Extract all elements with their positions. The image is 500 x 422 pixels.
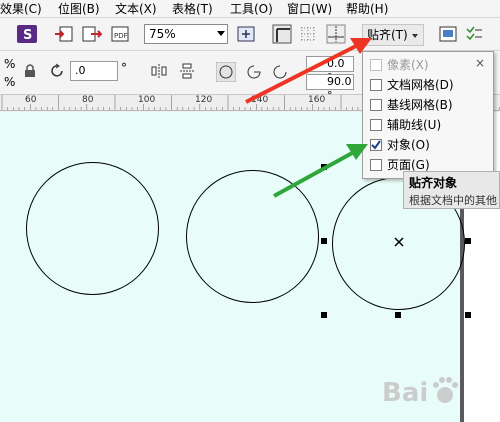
- watermark-text: Bai: [382, 378, 429, 408]
- menu-bitmaps[interactable]: 位图(B): [58, 2, 100, 16]
- zoom-value: 75%: [149, 27, 176, 41]
- menu-item-objects[interactable]: 对象(O): [363, 135, 493, 155]
- circle-shape-1[interactable]: [26, 162, 159, 295]
- menu-item-pixels[interactable]: 像素(X): [363, 55, 493, 75]
- menu-help[interactable]: 帮助(H): [346, 2, 388, 16]
- green-annotation-arrow: [273, 144, 368, 198]
- zoom-level-dropdown[interactable]: 75%: [144, 24, 228, 44]
- percent-label-1: %: [4, 57, 16, 71]
- ruler-label: 100: [138, 95, 156, 105]
- svg-text:PDF: PDF: [114, 32, 128, 40]
- selection-handle[interactable]: [465, 238, 471, 244]
- menu-item-label: 文档网格(D): [387, 78, 454, 92]
- rotation-unit: °: [121, 61, 127, 75]
- ruler-label: 60: [25, 95, 37, 105]
- center-cross-icon[interactable]: [394, 237, 404, 247]
- menu-effects[interactable]: 效果(C): [0, 2, 42, 16]
- lock-ratio-icon[interactable]: [22, 63, 38, 79]
- selection-handle[interactable]: [321, 238, 327, 244]
- publish-pdf-icon[interactable]: PDF: [110, 25, 132, 43]
- rotation-angle-input[interactable]: .0: [70, 61, 118, 81]
- snap-objects-tooltip: 贴齐对象 根据文档中的其他: [403, 171, 500, 209]
- menu-item-baseline-grid[interactable]: 基线网格(B): [363, 95, 493, 115]
- menu-item-label: 对象(O): [387, 138, 430, 152]
- tooltip-description: 根据文档中的其他: [409, 194, 497, 207]
- red-annotation-arrow: [245, 38, 372, 104]
- export-icon[interactable]: [82, 25, 102, 43]
- watermark-logo: Bai: [382, 370, 496, 416]
- menu-bar: 效果(C) 位图(B) 文本(X) 表格(T) 工具(O) 窗口(W) 帮助(H…: [0, 0, 500, 18]
- snap-to-menu: × 像素(X) 文档网格(D) 基线网格(B) 辅助线(U) 对象(O) 页面(…: [362, 51, 494, 179]
- menu-window[interactable]: 窗口(W): [287, 2, 332, 16]
- selection-handle[interactable]: [395, 312, 401, 318]
- mirror-horizontal-icon[interactable]: [150, 62, 168, 80]
- menu-item-document-grid[interactable]: 文档网格(D): [363, 75, 493, 95]
- chevron-down-icon: [412, 34, 418, 38]
- menu-item-guidelines[interactable]: 辅助线(U): [363, 115, 493, 135]
- menu-tools[interactable]: 工具(O): [230, 2, 273, 16]
- paw-icon: [433, 377, 458, 403]
- chevron-down-icon: [217, 31, 225, 36]
- percent-label-2: %: [4, 75, 16, 89]
- ellipse-icon[interactable]: [216, 62, 236, 82]
- app-launcher-icon[interactable]: S: [16, 24, 38, 44]
- menu-item-label: 基线网格(B): [387, 98, 453, 112]
- menu-text[interactable]: 文本(X): [115, 2, 157, 16]
- menu-item-label: 辅助线(U): [387, 118, 442, 132]
- application-launcher-icon[interactable]: [464, 24, 484, 44]
- options-icon[interactable]: [438, 24, 458, 44]
- rotation-icon: [51, 63, 63, 77]
- import-icon[interactable]: [54, 25, 74, 43]
- checkbox[interactable]: [370, 119, 382, 131]
- selection-handle[interactable]: [321, 312, 327, 318]
- tooltip-title: 贴齐对象: [409, 176, 458, 190]
- menu-item-label: 像素(X): [387, 58, 429, 72]
- mirror-vertical-icon[interactable]: [178, 62, 196, 80]
- menu-table[interactable]: 表格(T): [172, 2, 213, 16]
- svg-text:S: S: [23, 28, 32, 43]
- selection-handle[interactable]: [465, 312, 471, 318]
- ruler-label: 120: [195, 95, 213, 105]
- ruler-label: 80: [82, 95, 94, 105]
